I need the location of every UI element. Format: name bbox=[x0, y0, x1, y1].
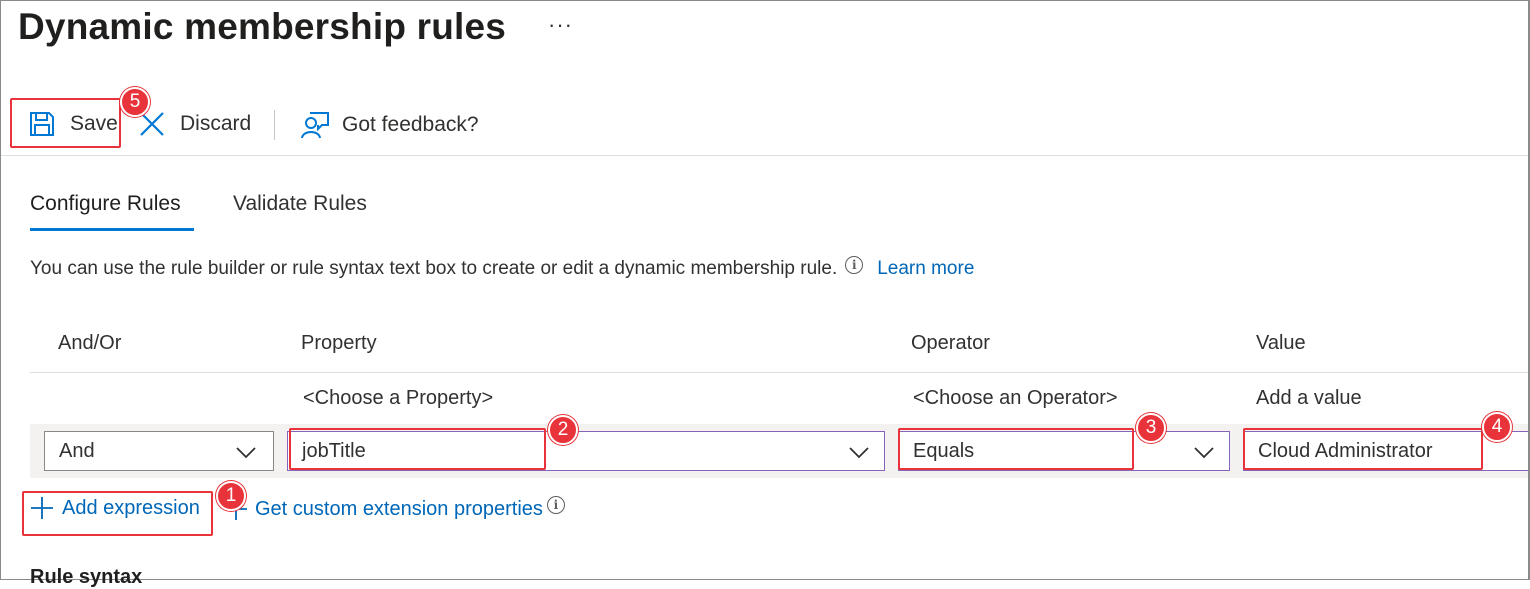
property-hint: <Choose a Property> bbox=[303, 387, 494, 409]
callout-box-property bbox=[289, 428, 546, 470]
and-or-value: And bbox=[59, 439, 95, 462]
callout-badge-3: 3 bbox=[1136, 413, 1166, 443]
get-custom-extension-label: Get custom extension properties bbox=[255, 497, 543, 520]
value-hint: Add a value bbox=[1256, 387, 1362, 409]
column-header-operator: Operator bbox=[911, 332, 990, 354]
callout-badge-1: 1 bbox=[216, 481, 246, 511]
more-options-button[interactable]: ··· bbox=[548, 12, 573, 38]
discard-label: Discard bbox=[180, 112, 252, 135]
header-divider bbox=[30, 372, 1528, 373]
toolbar-divider bbox=[1, 155, 1528, 156]
operator-hint: <Choose an Operator> bbox=[913, 387, 1118, 409]
feedback-button[interactable]: Got feedback? bbox=[300, 110, 479, 140]
selected-tab-indicator bbox=[30, 228, 194, 231]
chevron-down-icon bbox=[1194, 447, 1214, 459]
callout-box-add-expression bbox=[22, 491, 213, 536]
chevron-down-icon bbox=[236, 447, 256, 459]
tab-validate-rules[interactable]: Validate Rules bbox=[233, 192, 367, 216]
learn-more-link[interactable]: Learn more bbox=[877, 258, 974, 280]
column-header-property: Property bbox=[301, 332, 377, 354]
info-icon[interactable]: i bbox=[546, 496, 565, 514]
callout-box-save bbox=[10, 98, 121, 148]
chevron-down-icon bbox=[849, 447, 869, 459]
get-custom-extension-button[interactable]: Get custom extension properties i bbox=[224, 496, 565, 521]
callout-badge-2: 2 bbox=[548, 415, 578, 445]
callout-box-value bbox=[1243, 428, 1483, 470]
feedback-icon bbox=[300, 110, 330, 140]
callout-box-operator bbox=[898, 428, 1134, 470]
feedback-label: Got feedback? bbox=[342, 113, 479, 136]
description-text: You can use the rule builder or rule syn… bbox=[30, 258, 838, 279]
info-icon[interactable]: i bbox=[845, 256, 864, 274]
and-or-dropdown[interactable]: And bbox=[44, 431, 274, 471]
tab-configure-rules[interactable]: Configure Rules bbox=[30, 192, 181, 216]
column-header-value: Value bbox=[1256, 332, 1306, 354]
discard-button[interactable]: Discard bbox=[138, 110, 251, 138]
callout-badge-5: 5 bbox=[120, 87, 150, 117]
column-header-and-or: And/Or bbox=[58, 332, 122, 354]
callout-badge-4: 4 bbox=[1482, 412, 1512, 442]
toolbar-separator bbox=[274, 110, 275, 140]
rule-syntax-heading: Rule syntax bbox=[30, 566, 143, 588]
description: You can use the rule builder or rule syn… bbox=[30, 256, 974, 280]
page-title: Dynamic membership rules bbox=[18, 6, 507, 47]
